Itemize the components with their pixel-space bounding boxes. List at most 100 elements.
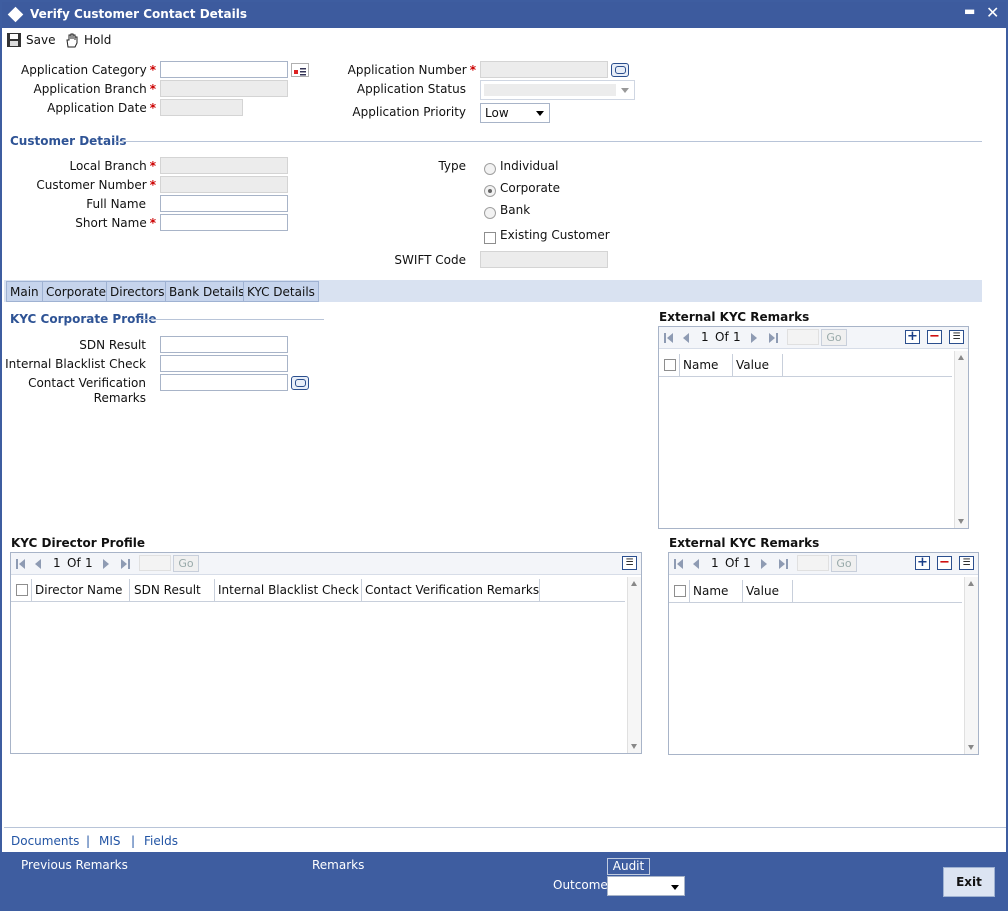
app-priority-select[interactable]: Low [480,103,550,123]
last-page-icon[interactable] [767,332,779,344]
tab-directors[interactable]: Directors [106,281,169,302]
prev-page-icon[interactable] [691,558,701,570]
exit-button[interactable]: Exit [943,867,995,897]
app-number-lov-icon[interactable] [611,63,629,77]
add-row-icon[interactable]: + [905,330,920,344]
grid-header: Director Name SDN Result Internal Blackl… [11,579,625,602]
existing-customer-checkbox[interactable] [484,232,496,244]
fields-link[interactable]: Fields [144,834,178,848]
short-name-input[interactable] [160,214,288,231]
grid-header: Name Value [669,580,962,603]
go-button[interactable]: Go [831,555,857,572]
next-page-icon[interactable] [101,558,111,570]
tab-main[interactable]: Main [6,281,43,302]
customer-number-input[interactable] [160,176,288,193]
tab-corporate[interactable]: Corporate [42,281,110,302]
link-separator: | [86,834,91,848]
last-page-icon[interactable] [119,558,131,570]
ext-kyc-remarks-grid: 1 Of 1 Go + − ☰ Name Value [658,326,969,529]
grid-toolbar: 1 Of 1 Go + − ☰ [669,553,978,575]
prev-page-icon[interactable] [681,332,691,344]
blacklist-input[interactable] [160,355,288,372]
contact-verification-lov-icon[interactable] [291,376,309,390]
save-button[interactable]: Save [6,32,55,48]
page-input[interactable] [797,555,829,571]
go-button[interactable]: Go [821,329,847,346]
page-number: 1 [53,556,61,570]
delete-row-icon[interactable]: − [927,330,942,344]
blacklist-label: Internal Blacklist Check [5,357,146,371]
col-contact-verification: Contact Verification Remarks [365,583,540,597]
delete-row-icon[interactable]: − [937,556,952,570]
corporate-radio[interactable] [484,185,496,197]
select-all-checkbox[interactable] [674,585,686,597]
select-all-checkbox[interactable] [16,584,28,596]
full-name-input[interactable] [160,195,288,212]
page-input[interactable] [139,555,171,571]
app-status-select[interactable] [480,80,635,100]
app-branch-input[interactable] [160,80,288,97]
local-branch-input[interactable] [160,157,288,174]
app-date-label: Application Date * [47,101,156,115]
vertical-scrollbar[interactable] [964,577,978,754]
bank-radio[interactable] [484,207,496,219]
vertical-scrollbar[interactable] [627,577,641,753]
sdn-result-input[interactable] [160,336,288,353]
section-divider [140,319,324,320]
individual-radio[interactable] [484,163,496,175]
app-number-input[interactable] [480,61,608,78]
remarks-link[interactable]: Remarks [312,858,364,872]
single-view-icon[interactable]: ☰ [622,556,637,570]
last-page-icon[interactable] [777,558,789,570]
swift-code-input[interactable] [480,251,608,268]
hold-button[interactable]: Hold [64,32,111,48]
prev-page-icon[interactable] [33,558,43,570]
page-total: 1 [733,330,741,344]
first-page-icon[interactable] [673,558,685,570]
app-number-label: Application Number * [347,63,476,77]
next-page-icon[interactable] [749,332,759,344]
previous-remarks-link[interactable]: Previous Remarks [21,858,128,872]
outcome-select[interactable] [607,876,685,896]
documents-link[interactable]: Documents [11,834,79,848]
footer-links: Documents | MIS | Fields [4,827,1006,851]
col-director-name: Director Name [35,583,123,597]
tab-bank-details[interactable]: Bank Details [165,281,249,302]
single-view-icon[interactable]: ☰ [959,556,974,570]
save-label: Save [26,33,56,47]
grid-header: Name Value [659,354,952,377]
single-view-icon[interactable]: ☰ [949,330,964,344]
go-button[interactable]: Go [173,555,199,572]
main-window: Verify Customer Contact Details ▬ ✕ Save… [0,0,1008,911]
first-page-icon[interactable] [15,558,27,570]
minimize-button[interactable]: ▬ [964,4,975,18]
tab-bar: Main Corporate Directors Bank Details KY… [4,280,982,302]
tab-kyc-details[interactable]: KYC Details [243,281,319,302]
lov-list-icon[interactable] [291,63,309,77]
app-status-label: Application Status [356,82,466,96]
mis-link[interactable]: MIS [99,834,121,848]
first-page-icon[interactable] [663,332,675,344]
col-name: Name [693,584,729,598]
add-row-icon[interactable]: + [915,556,930,570]
page-input[interactable] [787,329,819,345]
kyc-corporate-heading: KYC Corporate Profile [10,312,157,326]
close-button[interactable]: ✕ [986,3,999,22]
select-all-checkbox[interactable] [664,359,676,371]
section-divider [114,141,982,142]
app-category-input[interactable] [160,61,288,78]
existing-customer-label: Existing Customer [500,228,610,242]
page-of: Of [715,330,729,344]
audit-button[interactable]: Audit [607,858,650,875]
page-total: 1 [85,556,93,570]
save-icon [7,33,21,47]
link-separator: | [131,834,136,848]
next-page-icon[interactable] [759,558,769,570]
page-of: Of [725,556,739,570]
app-date-input[interactable] [160,99,243,116]
customer-number-label: Customer Number * [36,178,156,192]
sdn-result-label: SDN Result [79,338,146,352]
contact-verification-input[interactable] [160,374,288,391]
ext-kyc-remarks-title-2: External KYC Remarks [669,536,820,550]
vertical-scrollbar[interactable] [954,351,968,528]
